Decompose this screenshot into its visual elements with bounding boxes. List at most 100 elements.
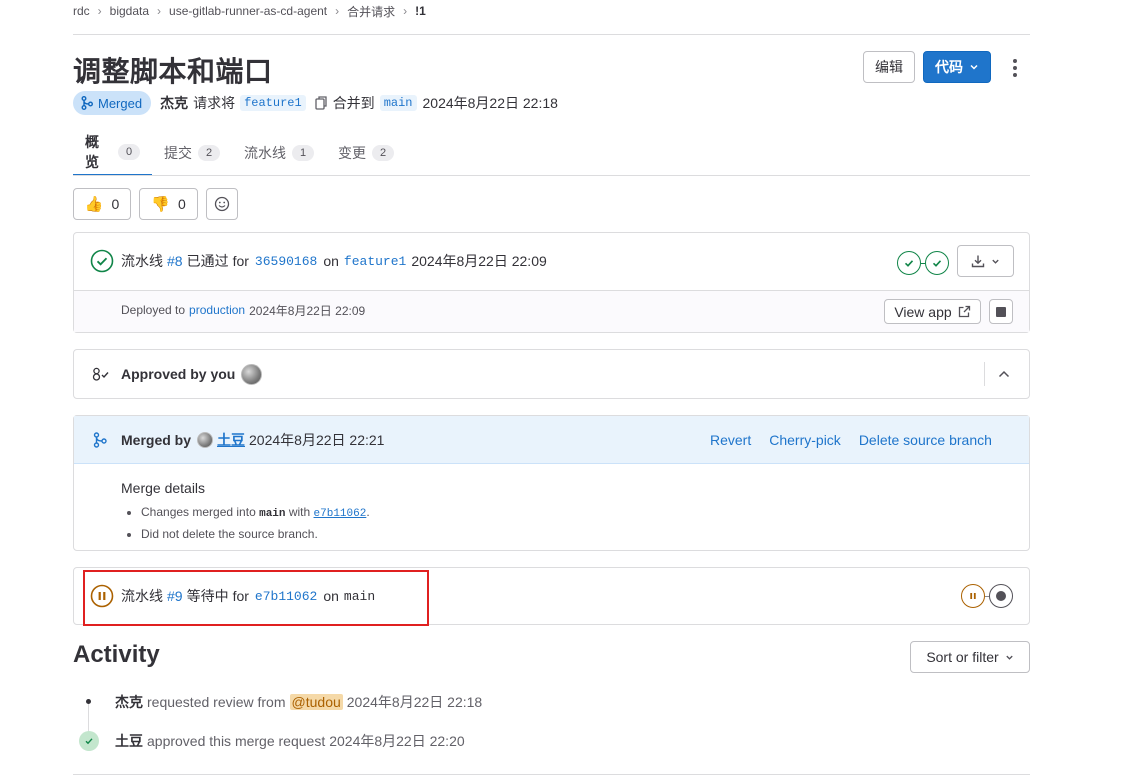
list-item: Changes merged into main with e7b11062. — [141, 502, 370, 524]
activity-title: Activity — [73, 641, 160, 668]
cherry-pick-button[interactable]: Cherry-pick — [769, 432, 841, 448]
divider — [984, 362, 985, 386]
deployment-row: Deployed to production 2024年8月22日 22:09 — [121, 301, 365, 319]
breadcrumb-item-project[interactable]: use-gitlab-runner-as-cd-agent — [169, 4, 327, 18]
merge-into-text: 合并到 — [332, 95, 375, 111]
status-badge: Merged — [73, 91, 152, 115]
approved-check-icon — [79, 731, 99, 751]
activity-item: 土豆 approved this merge request 2024年8月22… — [115, 731, 465, 751]
avatar[interactable] — [197, 432, 214, 448]
user-mention[interactable]: @tudou — [289, 694, 343, 710]
activity-action: requested review from — [147, 694, 286, 710]
for-text: for — [232, 253, 249, 269]
mr-meta: Merged 杰克 请求将 feature1 合并到 main 2024年8月2… — [73, 91, 558, 115]
pipeline-id-link[interactable]: #8 — [167, 253, 183, 269]
thumbs-up-button[interactable]: 👍 0 — [73, 188, 131, 220]
edit-button-label: 编辑 — [875, 59, 903, 75]
detail-branch: main — [259, 508, 286, 520]
chevron-up-icon[interactable] — [997, 367, 1011, 381]
breadcrumb-item-merge-requests[interactable]: 合并请求 — [347, 3, 395, 20]
approval-text: Approved by you — [121, 366, 236, 382]
activity-date: 2024年8月22日 22:20 — [329, 733, 465, 749]
stage-pending-icon[interactable] — [961, 584, 985, 608]
breadcrumb-item-current[interactable]: !1 — [415, 4, 426, 18]
stage-success-icon[interactable] — [925, 251, 949, 275]
pipeline-8-row: 流水线 #8 已通过 for 36590168 on feature1 2024… — [90, 249, 547, 273]
external-link-icon — [958, 305, 970, 318]
divider — [73, 175, 1030, 176]
breadcrumb-item-bigdata[interactable]: bigdata — [110, 4, 149, 18]
thumbs-up-icon: 👍 — [84, 196, 104, 213]
mr-tabs: 概览 0 提交 2 流水线 1 变更 2 — [73, 130, 406, 176]
merged-date: 2024年8月22日 22:21 — [249, 432, 385, 448]
merged-by-text: Merged by — [121, 432, 192, 448]
add-reaction-button[interactable] — [206, 188, 238, 220]
author-name[interactable]: 杰克 — [160, 93, 188, 113]
breadcrumb: rdc › bigdata › use-gitlab-runner-as-cd-… — [73, 3, 426, 19]
thumbs-down-count: 0 — [177, 196, 186, 212]
avatar[interactable] — [241, 363, 263, 385]
tab-label: 概览 — [85, 134, 99, 170]
chevron-right-icon: › — [403, 4, 408, 18]
merge-details-list: Changes merged into main with e7b11062. … — [141, 502, 370, 544]
page-title: 调整脚本和端口 — [73, 56, 273, 87]
status-badge-label: Merged — [98, 95, 143, 111]
activity-user[interactable]: 土豆 — [115, 731, 143, 751]
tab-count: 2 — [372, 145, 394, 161]
merge-details-title: Merge details — [121, 480, 206, 496]
sort-filter-dropdown[interactable]: Sort or filter — [910, 641, 1030, 673]
status-success-icon[interactable] — [90, 249, 114, 273]
pipeline-status-text: 已通过 — [186, 253, 229, 269]
merged-actions: Revert Cherry-pick Delete source branch — [710, 430, 992, 450]
breadcrumb-item-rdc[interactable]: rdc — [73, 4, 90, 18]
list-item: Did not delete the source branch. — [141, 524, 370, 544]
copy-icon[interactable] — [315, 96, 327, 110]
thumbs-down-icon: 👎 — [151, 196, 170, 213]
tab-pipelines[interactable]: 流水线 1 — [232, 130, 326, 176]
activity-user[interactable]: 杰克 — [115, 692, 143, 712]
code-button-label: 代码 — [935, 59, 963, 75]
pipeline-prefix: 流水线 — [121, 253, 163, 269]
stage-success-icon[interactable] — [897, 251, 921, 275]
approval-icon — [92, 367, 109, 381]
tab-label: 变更 — [338, 145, 366, 161]
more-actions-icon[interactable] — [1008, 57, 1022, 79]
chevron-right-icon: › — [97, 4, 102, 18]
merge-icon — [81, 96, 93, 110]
merge-icon — [93, 432, 107, 448]
divider — [73, 774, 1030, 775]
edit-button[interactable]: 编辑 — [863, 51, 915, 83]
environment-link[interactable]: production — [189, 303, 245, 317]
on-text: on — [323, 253, 339, 269]
code-dropdown-button[interactable]: 代码 — [923, 51, 991, 83]
sort-filter-label: Sort or filter — [926, 649, 999, 665]
chevron-down-icon — [970, 64, 978, 70]
tab-count: 0 — [118, 144, 140, 160]
tab-label: 提交 — [164, 145, 192, 161]
divider — [73, 34, 1030, 35]
commit-sha-link[interactable]: 36590168 — [255, 254, 317, 269]
branch-link[interactable]: feature1 — [344, 254, 406, 269]
tab-changes[interactable]: 变更 2 — [326, 130, 406, 176]
created-date: 2024年8月22日 22:18 — [422, 95, 558, 111]
highlight-box — [83, 570, 429, 626]
revert-button[interactable]: Revert — [710, 432, 751, 448]
tab-label: 流水线 — [244, 145, 286, 161]
tab-commits[interactable]: 提交 2 — [152, 130, 232, 176]
stop-environment-button[interactable] — [989, 299, 1013, 324]
stage-created-icon[interactable] — [989, 584, 1013, 608]
view-app-label: View app — [894, 303, 952, 320]
chevron-right-icon: › — [157, 4, 162, 18]
delete-source-branch-button[interactable]: Delete source branch — [859, 432, 992, 448]
tab-count: 1 — [292, 145, 314, 161]
source-branch[interactable]: feature1 — [240, 95, 306, 111]
thumbs-down-button[interactable]: 👎 0 — [139, 188, 198, 220]
tab-overview[interactable]: 概览 0 — [73, 130, 152, 176]
download-artifacts-dropdown[interactable] — [957, 245, 1014, 277]
timeline-dot-icon — [86, 699, 91, 704]
view-app-button[interactable]: View app — [884, 299, 981, 324]
merge-commit-link[interactable]: e7b11062 — [314, 508, 367, 520]
stop-icon — [996, 306, 1006, 317]
merged-by-user-link[interactable]: 土豆 — [217, 430, 245, 450]
target-branch[interactable]: main — [379, 95, 417, 111]
